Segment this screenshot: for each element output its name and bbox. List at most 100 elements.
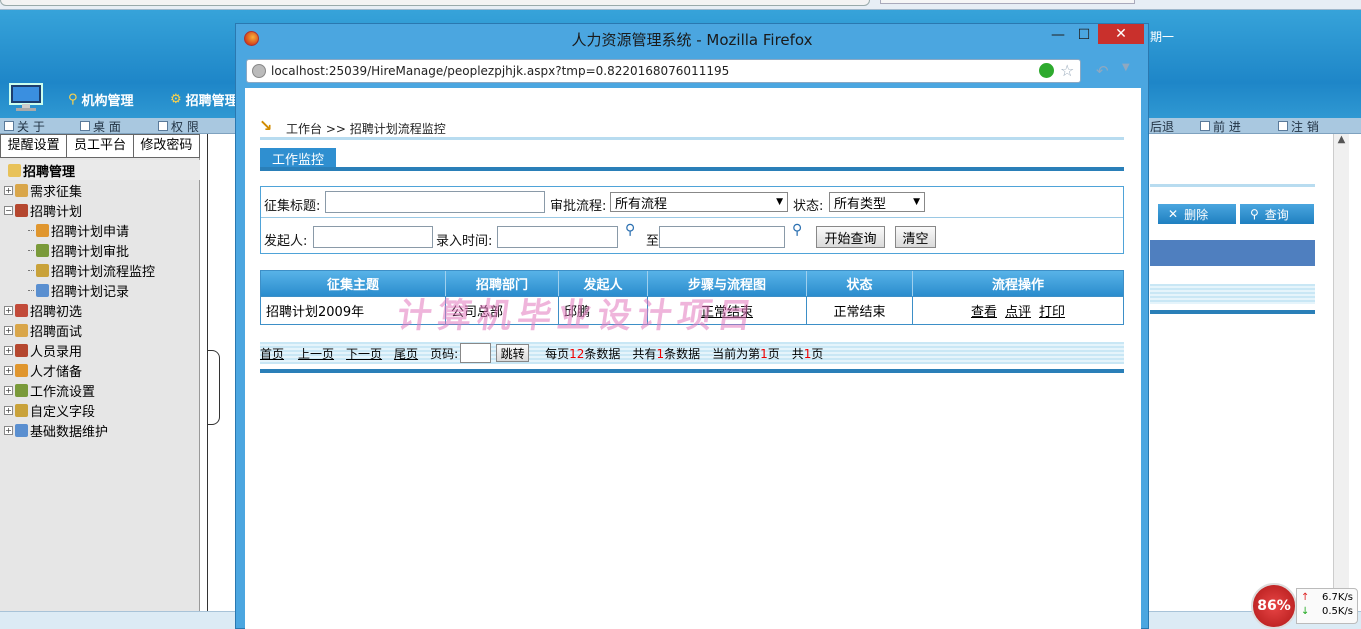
sidebar-item[interactable]: 招聘计划申请 (28, 221, 129, 240)
browser-tab-fragment[interactable] (0, 0, 870, 6)
status-select-value: 所有类型 (834, 196, 887, 212)
sidebar-item[interactable]: + 人才储备 (4, 361, 82, 380)
expand-toggle-icon[interactable]: + (4, 185, 13, 195)
breadcrumb: 工作台 >> 招聘计划流程监控 (286, 122, 446, 136)
minimize-button[interactable]: — (1048, 24, 1068, 46)
toolbar-label: 前 进 (1213, 119, 1241, 134)
scroll-up-arrow[interactable]: ▲ (1334, 134, 1349, 145)
close-button[interactable]: ✕ (1098, 24, 1144, 44)
comment-link[interactable]: 点评 (1005, 301, 1031, 320)
jump-button[interactable]: 跳转 (496, 344, 530, 362)
sidebar-item[interactable]: + 需求征集 (4, 181, 82, 200)
reminder-settings-button[interactable]: 提醒设置 (1, 135, 68, 157)
expand-toggle-icon[interactable]: + (4, 365, 13, 375)
history-dropdown-icon[interactable]: ▼ (1122, 62, 1136, 80)
title-label: 征集标题: (264, 199, 321, 214)
tree-line (28, 269, 34, 271)
bookmark-star-icon[interactable]: ☆ (1060, 61, 1076, 80)
total-post: 条数据 (664, 346, 701, 361)
nav-hire-management[interactable]: ⚙ 招聘管理 (170, 90, 238, 109)
site-identity-icon[interactable] (252, 64, 266, 78)
title-input[interactable] (325, 191, 545, 213)
tab-work-monitor[interactable]: 工作监控 (260, 148, 336, 168)
about-icon (4, 121, 14, 131)
expand-toggle-icon[interactable]: + (4, 385, 13, 395)
hire-icon: ⚙ (170, 92, 182, 107)
toolbar-permission[interactable]: 权 限 (158, 118, 199, 134)
time-to-input[interactable] (659, 226, 785, 248)
page-input[interactable] (460, 343, 492, 363)
toolbar-label: 桌 面 (93, 119, 121, 134)
first-page-link[interactable]: 首页 (260, 345, 284, 362)
last-page-link[interactable]: 尾页 (394, 345, 418, 362)
sidebar-collapse-handle[interactable] (208, 350, 220, 425)
prev-page-link[interactable]: 上一页 (298, 345, 334, 362)
next-page-link[interactable]: 下一页 (346, 345, 382, 362)
toolbar-desktop[interactable]: 桌 面 (80, 118, 121, 134)
sidebar-item[interactable]: 招聘计划记录 (28, 281, 129, 300)
sidebar-item[interactable]: + 自定义字段 (4, 401, 95, 420)
net-speed-box: ↑ 6.7K/s ↓ 0.5K/s (1296, 588, 1358, 624)
maximize-button[interactable]: ☐ (1074, 24, 1094, 46)
up-arrow-icon: ↑ (1301, 592, 1310, 603)
per-page-post: 条数据 (584, 346, 621, 361)
back-arrow-icon[interactable]: ↶ (1096, 62, 1112, 80)
expand-toggle-icon[interactable]: − (4, 205, 13, 215)
current-pre: 当前为第 (712, 346, 761, 361)
net-usage-gauge[interactable]: 86% (1251, 583, 1297, 629)
chevron-down-icon: ▼ (776, 197, 783, 207)
view-link[interactable]: 查看 (971, 301, 997, 320)
expand-toggle-icon[interactable]: + (4, 405, 13, 415)
sidebar-item[interactable]: + 招聘面试 (4, 321, 82, 340)
initiator-label: 发起人: (264, 234, 308, 249)
toolbar-logout[interactable]: 注 销 (1278, 118, 1319, 134)
search-button[interactable]: 开始查询 (816, 226, 885, 248)
sidebar-item[interactable]: + 基础数据维护 (4, 421, 108, 440)
toolbar-label: 注 销 (1291, 119, 1319, 134)
expand-toggle-icon[interactable]: + (4, 345, 13, 355)
query-label: 查询 (1264, 207, 1289, 222)
org-icon: ⚲ (68, 92, 78, 107)
frame-divider (200, 134, 208, 629)
delete-button[interactable]: ✕ 删除 (1158, 204, 1236, 224)
time-from-input[interactable] (497, 226, 618, 248)
toolbar-about[interactable]: 关 于 (4, 118, 45, 134)
sidebar-item[interactable]: + 工作流设置 (4, 381, 95, 400)
sidebar-item[interactable]: + 招聘初选 (4, 301, 82, 320)
query-button[interactable]: ⚲ 查询 (1240, 204, 1314, 224)
sidebar-item[interactable]: + 人员录用 (4, 341, 82, 360)
hire-folder-icon (8, 163, 21, 177)
go-arrow-icon[interactable] (1039, 63, 1054, 78)
total-count: 1 (656, 346, 665, 361)
employee-platform-button[interactable]: 员工平台 (67, 135, 134, 157)
nav-org-management[interactable]: ⚲ 机构管理 (68, 90, 134, 109)
scrollbar[interactable]: ▲ (1333, 134, 1349, 614)
toolbar-forward[interactable]: 前 进 (1200, 118, 1241, 134)
clear-button[interactable]: 清空 (895, 226, 936, 248)
date-picker-icon[interactable]: ⚲ (792, 222, 808, 238)
divider (1150, 184, 1315, 187)
folder-icon (36, 283, 49, 297)
browser-search-fragment[interactable] (880, 0, 1135, 4)
flow-select[interactable]: 所有流程 ▼ (610, 192, 788, 212)
expand-toggle-icon[interactable]: + (4, 425, 13, 435)
folder-icon (15, 383, 28, 397)
logout-icon (1278, 121, 1288, 131)
sidebar-item[interactable]: 招聘计划流程监控 (28, 261, 155, 280)
pager-divider (260, 369, 1124, 373)
toolbar-label: 后退 (1150, 119, 1175, 134)
sidebar-item[interactable]: 招聘计划审批 (28, 241, 129, 260)
tree-line (28, 289, 34, 291)
upload-speed-text: 6.7K/s (1321, 592, 1353, 603)
change-password-button[interactable]: 修改密码 (134, 135, 199, 157)
sidebar-item[interactable]: − 招聘计划 (4, 201, 82, 220)
url-bar[interactable]: localhost:25039/HireManage/peoplezpjhjk.… (246, 59, 1081, 83)
status-select[interactable]: 所有类型 ▼ (829, 192, 925, 212)
date-picker-icon[interactable]: ⚲ (625, 222, 641, 238)
expand-toggle-icon[interactable]: + (4, 325, 13, 335)
folder-icon (15, 423, 28, 437)
print-link[interactable]: 打印 (1039, 301, 1065, 320)
initiator-input[interactable] (313, 226, 433, 248)
toolbar-back[interactable]: 后退 (1150, 118, 1174, 134)
expand-toggle-icon[interactable]: + (4, 305, 13, 315)
